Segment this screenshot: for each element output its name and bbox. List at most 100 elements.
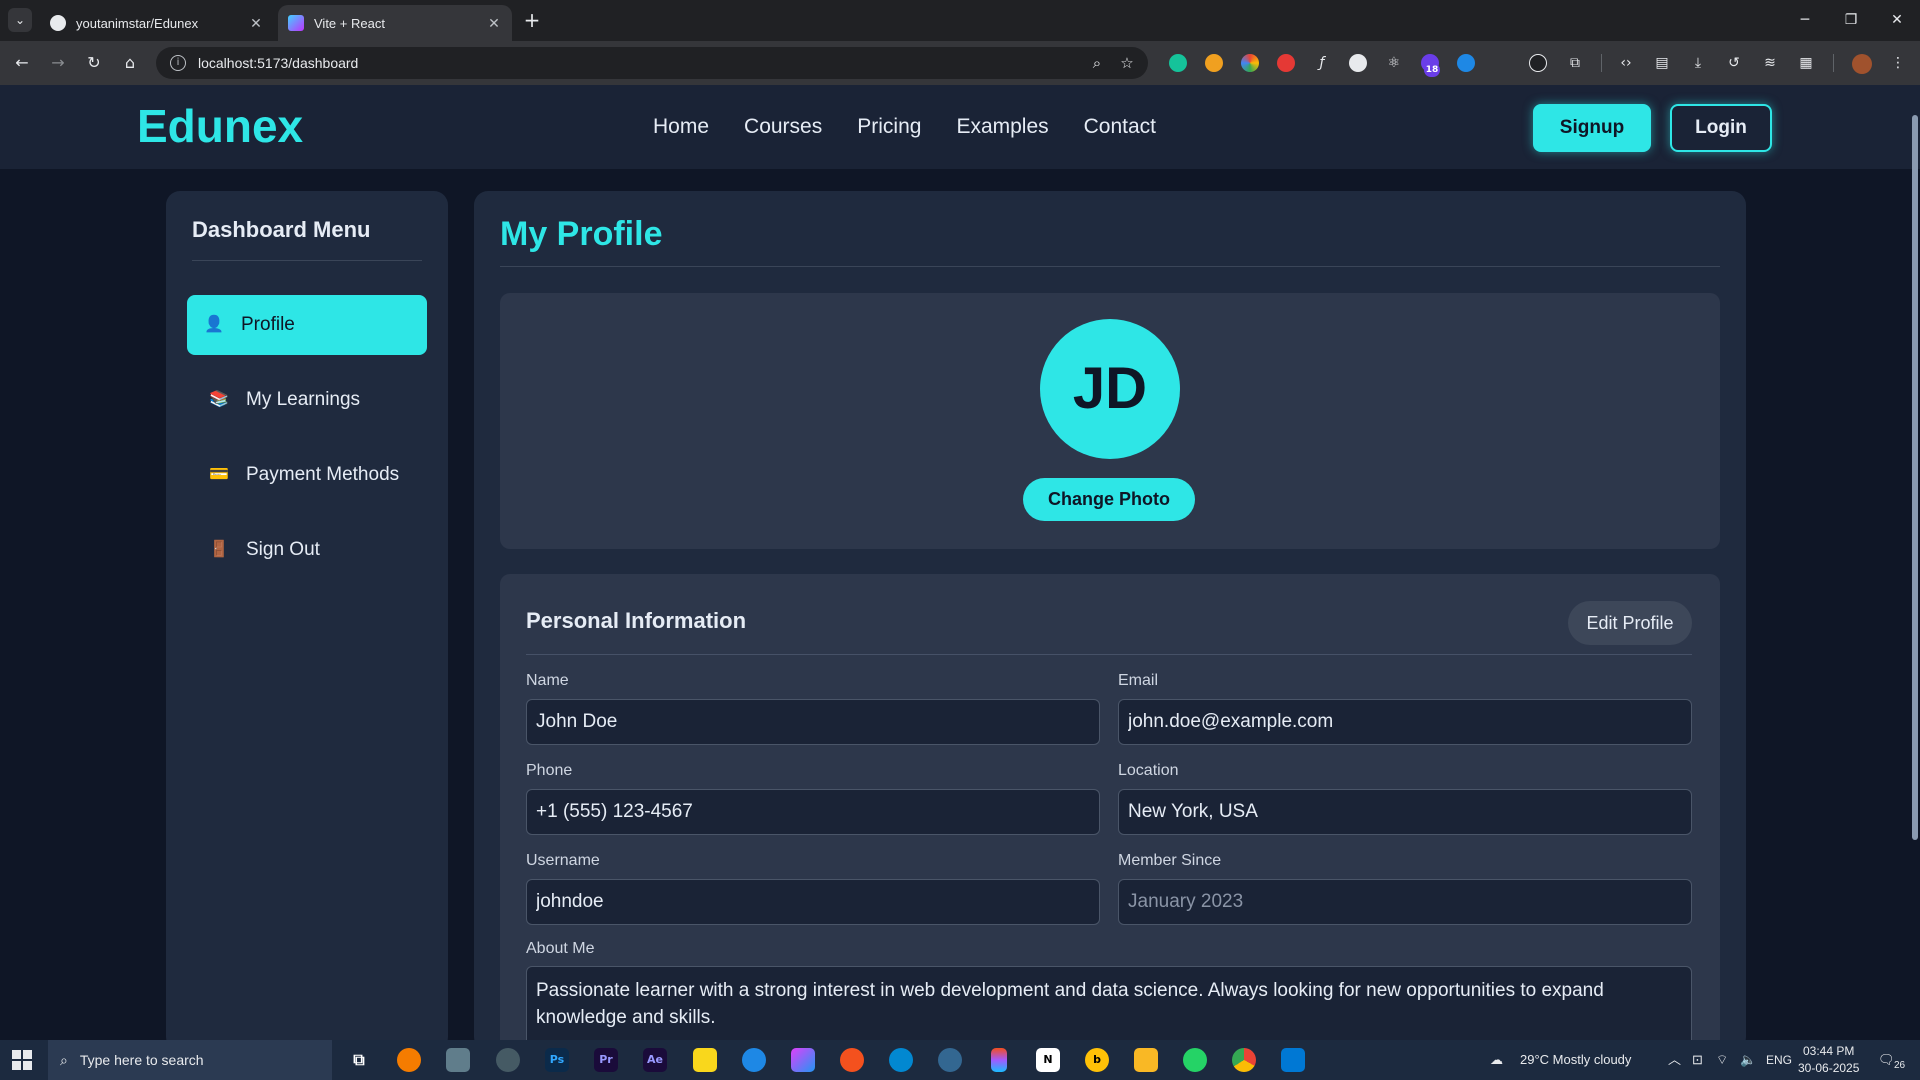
nav-examples-link[interactable]: Examples	[956, 115, 1048, 139]
login-button[interactable]: Login	[1670, 104, 1772, 152]
more-menu-icon[interactable]: ⋮	[1888, 53, 1908, 73]
profile-avatar-icon[interactable]	[1852, 54, 1872, 74]
photoshop-icon[interactable]: Ps	[545, 1048, 569, 1072]
tray-overflow-icon[interactable]: ︿	[1668, 1040, 1681, 1080]
app-icon[interactable]	[840, 1048, 864, 1072]
zoom-icon[interactable]: ⌕	[1088, 54, 1106, 72]
weather-text[interactable]: 29°C Mostly cloudy	[1520, 1040, 1631, 1080]
file-explorer-icon[interactable]	[1134, 1048, 1158, 1072]
postgresql-icon[interactable]	[938, 1048, 962, 1072]
tab-title: youtanimstar/Edunex	[76, 15, 199, 31]
extensions-puzzle-icon[interactable]: ⧉	[1565, 53, 1585, 73]
close-window-button[interactable]: ✕	[1874, 0, 1920, 41]
extension-icon[interactable]	[1349, 54, 1367, 72]
nav-pricing-link[interactable]: Pricing	[857, 115, 921, 139]
react-devtools-icon[interactable]: ⚛	[1384, 53, 1404, 73]
whatsapp-icon[interactable]	[1183, 1048, 1207, 1072]
phone-field[interactable]	[526, 789, 1100, 835]
network-icon[interactable]: ⊡	[1692, 1040, 1703, 1080]
new-tab-button[interactable]: +	[520, 8, 544, 32]
location-label: Location	[1118, 762, 1179, 779]
clock-date: 30-06-2025	[1798, 1061, 1860, 1075]
sidebar-item-label: Payment Methods	[246, 464, 400, 485]
home-icon[interactable]: ⌂	[118, 51, 142, 75]
email-field[interactable]	[1118, 699, 1692, 745]
sidebar-item-my-learnings[interactable]: 📚 My Learnings	[187, 370, 427, 430]
weather-icon[interactable]: ☁	[1490, 1040, 1503, 1080]
sidebar-item-payment-methods[interactable]: 💳 Payment Methods	[187, 445, 427, 505]
after-effects-icon[interactable]: Ae	[643, 1048, 667, 1072]
windows-start-icon[interactable]	[12, 1050, 32, 1070]
forward-icon[interactable]: →	[46, 51, 70, 75]
close-tab-icon[interactable]: ✕	[486, 15, 502, 32]
app-icon[interactable]	[889, 1048, 913, 1072]
apps-grid-icon[interactable]: ▦	[1796, 53, 1816, 73]
side-panel-icon[interactable]: ▤	[1652, 53, 1672, 73]
browser-toolbar: ← → ↻ ⌂ i localhost:5173/dashboard ⌕ ☆ ƒ…	[0, 41, 1920, 85]
tab-search-button[interactable]: ⌄	[8, 8, 32, 32]
username-field[interactable]	[526, 879, 1100, 925]
sticky-notes-icon[interactable]	[693, 1048, 717, 1072]
figma-icon[interactable]	[991, 1048, 1007, 1072]
clock[interactable]: 03:44 PM 30-06-2025	[1798, 1043, 1859, 1077]
page-scrollbar[interactable]	[1912, 115, 1918, 840]
sidebar-item-profile[interactable]: 👤 Profile	[187, 295, 427, 355]
devtools-code-icon[interactable]: ‹›	[1616, 53, 1636, 73]
chrome-icon[interactable]	[1232, 1048, 1256, 1072]
reload-icon[interactable]: ↻	[82, 51, 106, 75]
bookmark-star-icon[interactable]: ☆	[1118, 54, 1136, 72]
nav-links: Home Courses Pricing Examples Contact	[653, 115, 1156, 139]
grammarly-extension-icon[interactable]	[1169, 54, 1187, 72]
sidebar-item-sign-out[interactable]: 🚪 Sign Out	[187, 520, 427, 580]
page-title: My Profile	[500, 215, 663, 253]
minimize-button[interactable]: ─	[1782, 0, 1828, 41]
extension-icon[interactable]	[1457, 54, 1475, 72]
wifi-icon[interactable]: ⌔	[1716, 1040, 1728, 1080]
back-icon[interactable]: ←	[10, 51, 34, 75]
close-tab-icon[interactable]: ✕	[248, 15, 264, 32]
nav-courses-link[interactable]: Courses	[744, 115, 822, 139]
copilot-icon[interactable]	[791, 1048, 815, 1072]
location-field[interactable]	[1118, 789, 1692, 835]
member-since-label: Member Since	[1118, 852, 1222, 869]
restore-button[interactable]: ❐	[1828, 0, 1874, 41]
site-info-icon[interactable]: i	[170, 55, 186, 71]
edge-icon[interactable]	[742, 1048, 766, 1072]
nav-contact-link[interactable]: Contact	[1084, 115, 1156, 139]
nav-home-link[interactable]: Home	[653, 115, 709, 139]
notification-center-icon[interactable]: 🗨	[1878, 1040, 1895, 1080]
sidebar-title: Dashboard Menu	[192, 217, 371, 242]
performance-icon[interactable]: ≋	[1760, 53, 1780, 73]
change-photo-button[interactable]: Change Photo	[1023, 478, 1195, 521]
notion-icon[interactable]: N	[1036, 1048, 1060, 1072]
app-icon[interactable]: b	[1085, 1048, 1109, 1072]
extension-icon[interactable]	[1277, 54, 1295, 72]
volume-icon[interactable]: 🔈	[1740, 1040, 1756, 1080]
task-view-icon[interactable]: ⧉	[347, 1048, 371, 1072]
history-icon[interactable]: ↺	[1724, 53, 1744, 73]
brand-logo[interactable]: Edunex	[137, 99, 303, 153]
name-field[interactable]	[526, 699, 1100, 745]
font-extension-icon[interactable]: ƒ	[1312, 53, 1332, 73]
address-bar[interactable]: i localhost:5173/dashboard ⌕ ☆	[156, 47, 1148, 79]
blender-icon[interactable]	[397, 1048, 421, 1072]
signup-button[interactable]: Signup	[1533, 104, 1651, 152]
download-icon[interactable]: ⤓	[1688, 53, 1708, 73]
premiere-icon[interactable]: Pr	[594, 1048, 618, 1072]
vscode-icon[interactable]	[1281, 1048, 1305, 1072]
extension-icon[interactable]	[1529, 54, 1547, 72]
tab-github[interactable]: youtanimstar/Edunex ✕	[40, 5, 274, 41]
notification-count: 26	[1894, 1060, 1906, 1071]
color-picker-extension-icon[interactable]	[1241, 54, 1259, 72]
app-icon[interactable]	[496, 1048, 520, 1072]
browser-tab-bar: ⌄ youtanimstar/Edunex ✕ Vite + React ✕ +…	[0, 0, 1920, 41]
taskbar-search-box[interactable]: ⌕ Type here to search	[48, 1040, 332, 1080]
username-label: Username	[526, 852, 600, 869]
extension-icon[interactable]	[1205, 54, 1223, 72]
extension-badge: 18	[1424, 63, 1440, 77]
edit-profile-button[interactable]: Edit Profile	[1568, 601, 1692, 645]
app-icon[interactable]	[446, 1048, 470, 1072]
profile-icon: 👤	[204, 316, 224, 333]
tab-vite-react[interactable]: Vite + React ✕	[278, 5, 512, 41]
language-indicator[interactable]: ENG	[1766, 1040, 1792, 1080]
